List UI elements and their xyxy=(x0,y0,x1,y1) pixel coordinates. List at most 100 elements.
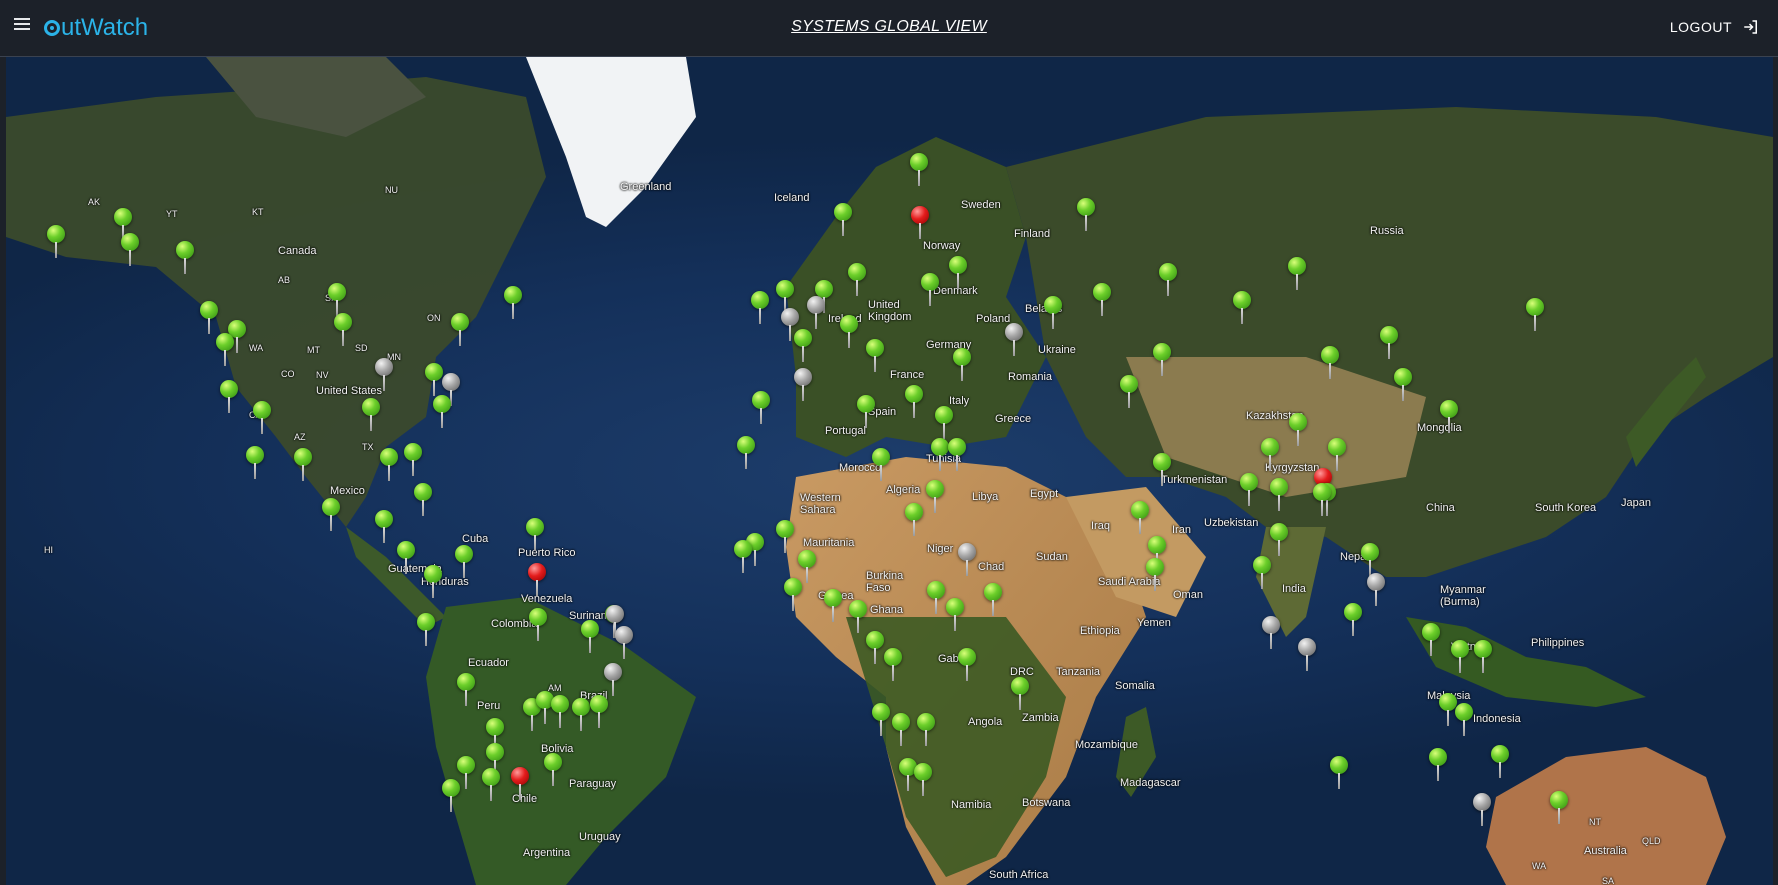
system-pin-green[interactable] xyxy=(441,779,461,813)
system-pin-green[interactable] xyxy=(589,695,609,729)
system-pin-green[interactable] xyxy=(456,673,476,707)
page-title[interactable]: SYSTEMS GLOBAL VIEW xyxy=(791,18,987,35)
system-pin-green[interactable] xyxy=(333,313,353,347)
system-pin-green[interactable] xyxy=(1288,413,1308,447)
system-pin-green[interactable] xyxy=(1490,745,1510,779)
system-pin-green[interactable] xyxy=(1312,483,1332,517)
system-pin-green[interactable] xyxy=(823,589,843,623)
system-pin-green[interactable] xyxy=(1439,400,1459,434)
system-pin-green[interactable] xyxy=(1152,453,1172,487)
system-pin-green[interactable] xyxy=(920,273,940,307)
system-pin-green[interactable] xyxy=(361,398,381,432)
system-pin-green[interactable] xyxy=(891,713,911,747)
system-pin-green[interactable] xyxy=(175,241,195,275)
system-pin-green[interactable] xyxy=(1239,473,1259,507)
system-pin-grey[interactable] xyxy=(1472,793,1492,827)
system-pin-green[interactable] xyxy=(528,608,548,642)
system-pin-green[interactable] xyxy=(736,436,756,470)
system-pin-green[interactable] xyxy=(1010,677,1030,711)
system-pin-green[interactable] xyxy=(1379,326,1399,360)
system-pin-green[interactable] xyxy=(327,283,347,317)
system-pin-red[interactable] xyxy=(910,206,930,240)
system-pin-green[interactable] xyxy=(848,600,868,634)
system-pin-green[interactable] xyxy=(46,225,66,259)
logout-button[interactable]: LOGOUT xyxy=(1670,18,1760,36)
system-pin-green[interactable] xyxy=(413,483,433,517)
system-pin-green[interactable] xyxy=(775,520,795,554)
system-pin-green[interactable] xyxy=(733,540,753,574)
system-pin-green[interactable] xyxy=(945,598,965,632)
system-pin-green[interactable] xyxy=(1158,263,1178,297)
system-pin-green[interactable] xyxy=(751,391,771,425)
system-pin-green[interactable] xyxy=(1252,556,1272,590)
system-pin-green[interactable] xyxy=(1152,343,1172,377)
system-pin-green[interactable] xyxy=(1360,543,1380,577)
system-pin-green[interactable] xyxy=(416,613,436,647)
system-pin-green[interactable] xyxy=(245,446,265,480)
system-pin-green[interactable] xyxy=(934,406,954,440)
system-pin-green[interactable] xyxy=(947,438,967,472)
system-pin-green[interactable] xyxy=(904,503,924,537)
system-pin-green[interactable] xyxy=(883,648,903,682)
system-pin-grey[interactable] xyxy=(780,308,800,342)
system-pin-green[interactable] xyxy=(396,541,416,575)
system-pin-green[interactable] xyxy=(1525,298,1545,332)
system-pin-green[interactable] xyxy=(423,565,443,599)
system-pin-green[interactable] xyxy=(833,203,853,237)
system-pin-grey[interactable] xyxy=(603,663,623,697)
system-pin-green[interactable] xyxy=(580,620,600,654)
system-pin-green[interactable] xyxy=(957,648,977,682)
system-pin-green[interactable] xyxy=(1327,438,1347,472)
system-pin-green[interactable] xyxy=(252,401,272,435)
system-pin-green[interactable] xyxy=(1287,257,1307,291)
world-map[interactable]: Greenland Iceland Sweden Finland Norway … xyxy=(6,57,1773,885)
system-pin-green[interactable] xyxy=(1450,640,1470,674)
system-pin-grey[interactable] xyxy=(793,368,813,402)
system-pin-grey[interactable] xyxy=(1366,573,1386,607)
brand-logo[interactable]: utWatch xyxy=(44,12,148,44)
system-pin-grey[interactable] xyxy=(1297,638,1317,672)
system-pin-green[interactable] xyxy=(1343,603,1363,637)
system-pin-green[interactable] xyxy=(1092,283,1112,317)
system-pin-green[interactable] xyxy=(1320,346,1340,380)
system-pin-green[interactable] xyxy=(215,333,235,367)
system-pin-green[interactable] xyxy=(432,395,452,429)
system-pin-green[interactable] xyxy=(1043,296,1063,330)
system-pin-green[interactable] xyxy=(983,583,1003,617)
system-pin-green[interactable] xyxy=(913,763,933,797)
system-pin-green[interactable] xyxy=(550,695,570,729)
system-pin-green[interactable] xyxy=(1421,623,1441,657)
system-pin-green[interactable] xyxy=(1232,291,1252,325)
system-pin-green[interactable] xyxy=(321,498,341,532)
system-pin-green[interactable] xyxy=(571,698,591,732)
hamburger-menu-icon[interactable] xyxy=(14,18,30,32)
system-pin-green[interactable] xyxy=(916,713,936,747)
system-pin-grey[interactable] xyxy=(957,543,977,577)
system-pin-green[interactable] xyxy=(1393,368,1413,402)
system-pin-green[interactable] xyxy=(948,256,968,290)
system-pin-green[interactable] xyxy=(199,301,219,335)
system-pin-green[interactable] xyxy=(1076,198,1096,232)
system-pin-green[interactable] xyxy=(904,385,924,419)
system-pin-green[interactable] xyxy=(424,363,444,397)
system-pin-green[interactable] xyxy=(503,286,523,320)
system-pin-green[interactable] xyxy=(1329,756,1349,790)
system-pin-green[interactable] xyxy=(219,380,239,414)
system-pin-green[interactable] xyxy=(543,753,563,787)
system-pin-grey[interactable] xyxy=(806,296,826,330)
system-pin-green[interactable] xyxy=(1260,438,1280,472)
system-pin-green[interactable] xyxy=(871,448,891,482)
system-pin-green[interactable] xyxy=(926,581,946,615)
system-pin-green[interactable] xyxy=(1269,478,1289,512)
system-pin-red[interactable] xyxy=(527,563,547,597)
system-pin-grey[interactable] xyxy=(614,626,634,660)
system-pin-green[interactable] xyxy=(1473,640,1493,674)
system-pin-green[interactable] xyxy=(450,313,470,347)
system-pin-green[interactable] xyxy=(865,631,885,665)
system-pin-grey[interactable] xyxy=(1261,616,1281,650)
system-pin-green[interactable] xyxy=(1145,558,1165,592)
system-pin-green[interactable] xyxy=(374,510,394,544)
system-pin-grey[interactable] xyxy=(1004,323,1024,357)
system-pin-green[interactable] xyxy=(909,153,929,187)
system-pin-green[interactable] xyxy=(856,395,876,429)
